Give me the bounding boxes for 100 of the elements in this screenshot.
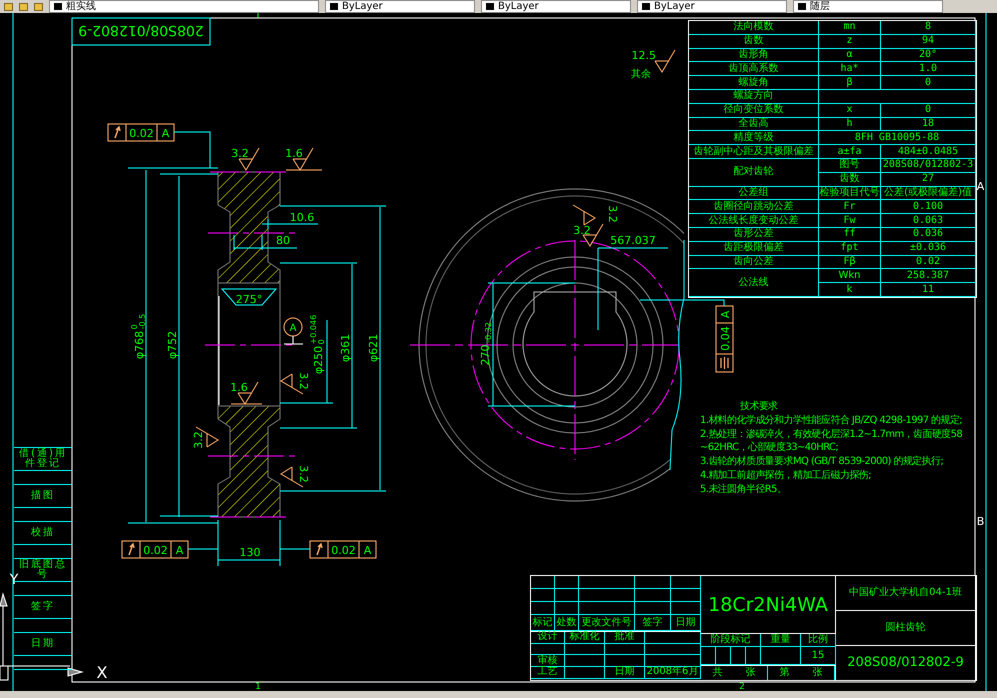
roughness-value: 12.5 (632, 49, 656, 62)
dimension-text: 10.6 (290, 211, 314, 224)
table-cell (531, 576, 555, 589)
leader-line (174, 132, 210, 168)
header-label: 比例 (801, 634, 836, 647)
tolerance-text: +0.046 (309, 314, 318, 344)
signature-label: 工艺 (531, 667, 565, 679)
header-label: 阶段标记 (701, 634, 761, 647)
roughness-value: 3.2 (606, 205, 619, 223)
surface-roughness-icon (572, 204, 596, 226)
surface-roughness-icon (286, 148, 322, 171)
color-swatch-icon (798, 3, 806, 10)
parameter-value: 0.036 (881, 228, 976, 242)
table-cell (579, 589, 635, 602)
date-text: 2008年6月 (645, 667, 701, 679)
parameter-name: 齿形公差 (689, 228, 819, 242)
register-label: 描图 (14, 485, 72, 508)
sheet-label: 张 (812, 668, 822, 678)
parameter-value: 18 (881, 118, 976, 132)
parameter-value: 20° (881, 48, 976, 62)
property-dropdown[interactable]: ByLayer (325, 0, 475, 13)
parameter-value: 8 (881, 21, 976, 35)
color-swatch-icon (330, 3, 338, 10)
table-cell (645, 655, 701, 668)
layer-dropdown[interactable]: 粗实线 (49, 0, 319, 13)
property-dropdown[interactable]: ByLayer (637, 0, 787, 13)
zone-label: 2 (739, 682, 745, 691)
register-label: 借(通)用件登记 (14, 448, 72, 471)
parameter-name: 齿顶高系数 (689, 62, 819, 76)
dimension-text: 567.037 (610, 234, 656, 247)
dimension-text: φ621 (367, 334, 380, 362)
scale-text: 15 (801, 647, 836, 665)
signature-label: 设计 (531, 632, 565, 644)
notes-title: 技术要求 (740, 400, 778, 413)
table-cell (579, 576, 635, 589)
runout-arrow-icon (114, 126, 121, 139)
table-cell (531, 602, 555, 615)
parameter-name: 径向变位系数 (689, 104, 819, 118)
table-cell (716, 647, 731, 665)
dimension-text: φ768 (133, 330, 146, 360)
table-cell (605, 655, 645, 668)
property-dropdown[interactable]: 随层 (793, 0, 943, 13)
dimension-text: 130 (240, 546, 260, 559)
tolerance-value: 0.02 (129, 127, 154, 140)
roughness-value: 1.6 (285, 147, 303, 160)
tolerance-value: 0.04 (719, 326, 732, 351)
roughness-value: 3.2 (192, 431, 205, 449)
dimension-text: φ250 (312, 346, 325, 374)
tolerance-text: 0 (317, 339, 326, 344)
leader-line (280, 548, 310, 550)
table-cell (671, 589, 701, 602)
signature-label: 标准化 (565, 632, 605, 644)
register-label: 校描 (14, 522, 72, 545)
datum-letter: A (290, 323, 296, 334)
parameter-name: 齿向公差 (689, 256, 819, 270)
column-header: 公差组 (689, 186, 819, 200)
table-cell (701, 647, 716, 665)
material-text: 18Cr2Ni4WA (701, 576, 836, 634)
parameter-value: 94 (881, 34, 976, 49)
surface-roughness-icon (230, 382, 262, 405)
header-label: 处数 (555, 615, 579, 631)
zone-label: 1 (255, 682, 261, 691)
color-swatch-icon (486, 3, 494, 10)
roughness-value: 3.2 (297, 465, 310, 483)
datum-symbol (284, 318, 304, 344)
sheet-label: 共 (712, 668, 722, 678)
tolerance-frame (122, 540, 188, 558)
parameter-name: 配对齿轮 (689, 158, 819, 187)
parameter-value: 484±0.0485 (881, 145, 976, 159)
tolerance-value: 0.02 (331, 544, 356, 557)
dimension-text: 80 (276, 234, 290, 247)
parameter-value: 258.387 (881, 269, 976, 284)
column-header: 公差(或极限偏差)值 (881, 186, 976, 200)
table-cell (555, 576, 579, 589)
parameter-value: 8FH GB10095-88 (819, 131, 976, 146)
header-label: 重量 (761, 634, 801, 647)
table-cell (531, 644, 565, 656)
zone-label: A (976, 180, 984, 193)
table-cell (746, 647, 761, 665)
surface-roughness-icon (196, 426, 219, 448)
parameter-value: 0.02 (881, 256, 976, 270)
roughness-label: 其余 (631, 69, 651, 80)
parameter-value: 0 (881, 76, 976, 90)
parameter-name: 齿圈径向跳动公差 (689, 200, 819, 214)
signature-label: 日期 (605, 667, 645, 679)
parameter-value: 0.100 (881, 200, 976, 214)
table-cell (565, 655, 605, 668)
header-label: 标记 (531, 615, 555, 631)
dimension-text: φ361 (339, 334, 352, 362)
table-cell (555, 589, 579, 602)
table-cell (555, 602, 579, 615)
property-dropdown[interactable]: ByLayer (481, 0, 631, 13)
requirement-text: 2.热处理：渗碳淬火，有效硬化层深1.2~1.7mm，齿面硬度58 ~62HRC，心部硬度33~40HRC; (700, 428, 964, 454)
parameter-value: 27 (881, 172, 976, 187)
requirement-text: 1.材料的化学成分和力学性能应符合 JB/ZQ 4298-1997 的规定; (700, 414, 964, 427)
parameter-value: 0.063 (881, 214, 976, 228)
tolerance-value: 0.02 (143, 544, 168, 557)
tolerance-text: 0 (130, 324, 139, 330)
table-cell (671, 602, 701, 615)
parameter-value: 0 (881, 104, 976, 118)
